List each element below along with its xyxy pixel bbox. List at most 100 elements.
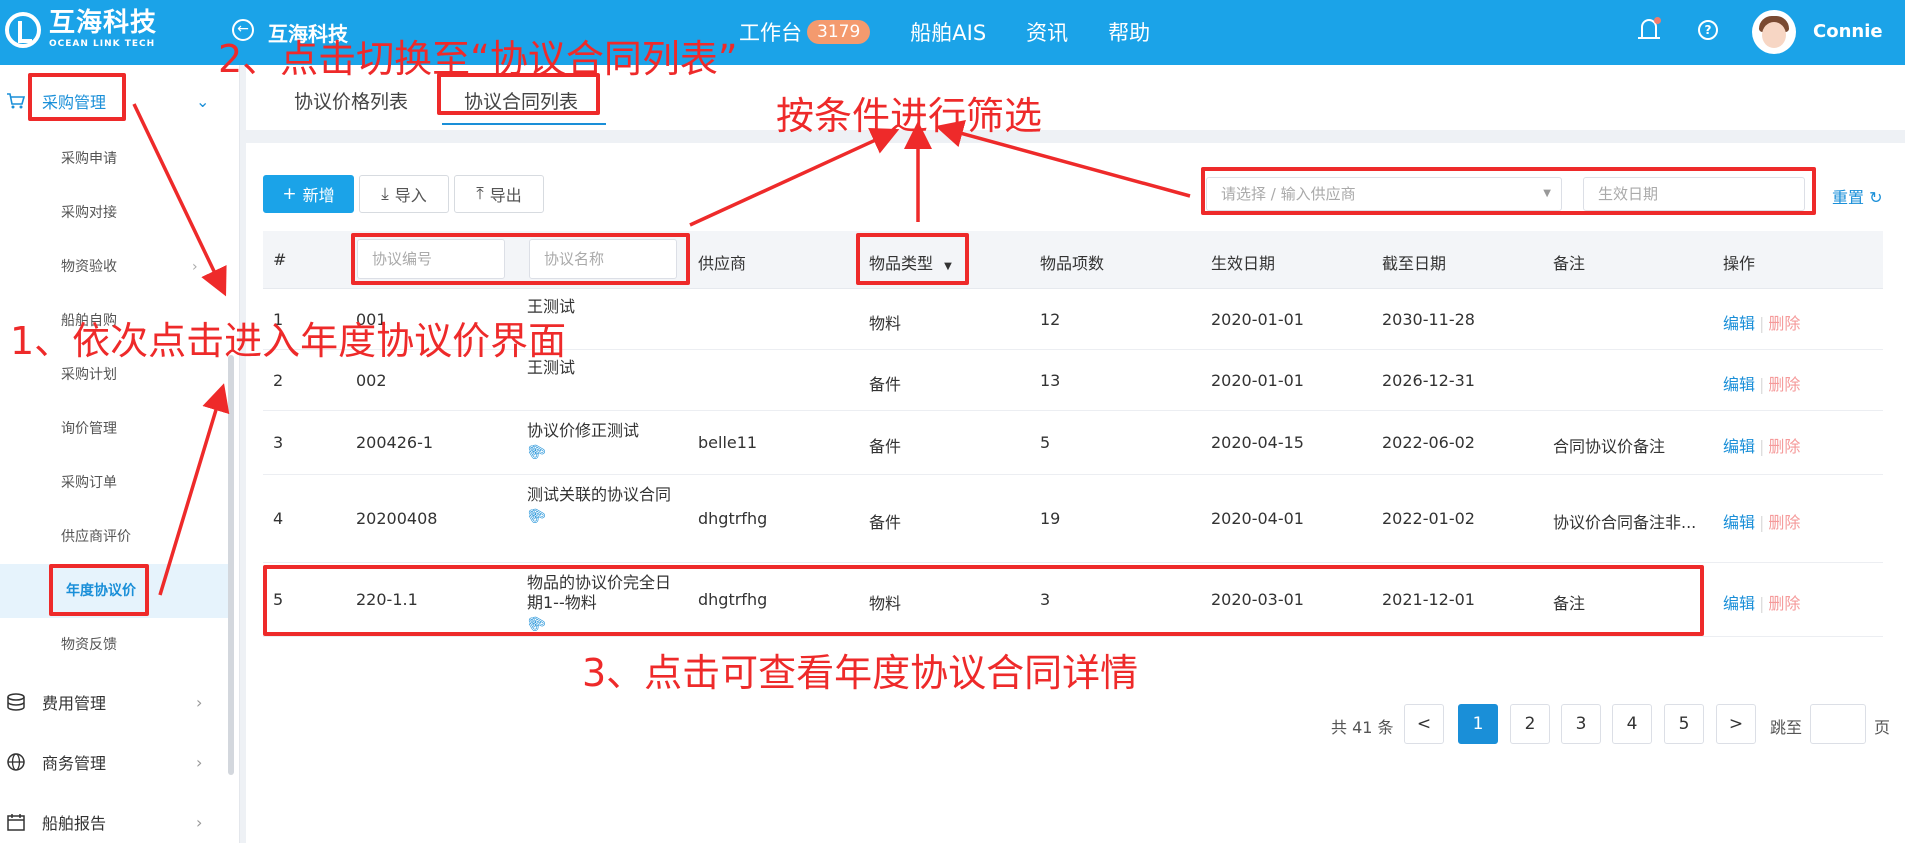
page-5-button[interactable]: 5 xyxy=(1664,704,1704,744)
action-divider: | xyxy=(1759,374,1765,394)
menu-business[interactable]: 商务管理 › xyxy=(0,742,230,782)
delete-link[interactable]: 删除 xyxy=(1768,375,1800,394)
row-agreement-code: 002 xyxy=(356,370,387,390)
row-remark: 合同协议价备注 xyxy=(1553,437,1666,456)
row-actions: 编辑 | 删除 xyxy=(1723,310,1800,334)
sidebar-item-purchase-request[interactable]: 采购申请 xyxy=(0,132,228,186)
table-row[interactable]: 4 20200408 测试关联的协议合同 🖇 dhgtrfhg 备件 19 2020-04-0… xyxy=(263,475,1883,563)
annotation-box-top-filters xyxy=(1201,167,1816,215)
row-agreement-name[interactable]: 协议价修正测试 🖇 xyxy=(523,421,675,464)
row-item-type: 物料 xyxy=(869,313,902,333)
annotation-box-row-5 xyxy=(263,565,1704,636)
page-1-button[interactable]: 1 xyxy=(1458,704,1498,744)
reset-button[interactable]: 重置 ↻ xyxy=(1832,184,1883,208)
delete-link[interactable]: 删除 xyxy=(1768,314,1800,333)
logo-sub-text: OCEAN LINK TECH xyxy=(49,39,156,49)
action-divider: | xyxy=(1759,513,1765,532)
next-page-button[interactable]: > xyxy=(1716,704,1756,744)
page-2-button[interactable]: 2 xyxy=(1510,704,1550,744)
logo-main-text: 互海科技 xyxy=(49,8,158,38)
logo[interactable]: 互海科技 OCEAN LINK TECH xyxy=(5,10,157,49)
sidebar: 采购管理 ⌄ 采购申请 采购对接 物资验收 › 船舶自购 采购计划 询价管理 采购… xyxy=(0,65,240,843)
add-button-label: 新增 xyxy=(302,186,335,205)
help-icon[interactable]: ? xyxy=(1698,20,1718,40)
row-item-type: 备件 xyxy=(869,437,902,456)
edit-link[interactable]: 编辑 xyxy=(1723,314,1755,333)
table-row[interactable]: 3 200426-1 协议价修正测试 🖇 belle11 备件 5 2020-04-15 202… xyxy=(263,411,1883,475)
page-4-button[interactable]: 4 xyxy=(1612,704,1652,744)
action-divider: | xyxy=(1759,437,1765,456)
menu-business-label: 商务管理 xyxy=(42,754,107,773)
row-item-count: 13 xyxy=(1040,370,1061,390)
sidebar-item-supplier-eval[interactable]: 供应商评价 xyxy=(0,510,228,564)
active-tab-indicator xyxy=(442,123,606,125)
row-supplier: belle11 xyxy=(698,433,758,452)
page-3-button[interactable]: 3 xyxy=(1561,704,1601,744)
paperclip-icon[interactable]: 🖇 xyxy=(522,438,549,465)
chevron-right-icon: › xyxy=(196,752,203,772)
row-item-count: 5 xyxy=(1040,433,1051,452)
row-index: 4 xyxy=(273,509,284,528)
annotation-box-column-filters xyxy=(351,233,690,285)
sidebar-scrollbar[interactable] xyxy=(228,355,234,775)
download-icon: ⤓ xyxy=(381,184,389,204)
sidebar-item-purchase-order[interactable]: 采购订单 xyxy=(0,456,228,510)
row-agreement-code: 200426-1 xyxy=(356,433,434,452)
row-actions: 编辑 | 删除 xyxy=(1723,371,1800,395)
upload-icon: ⤒ xyxy=(476,184,484,204)
chevron-right-icon: › xyxy=(196,812,203,832)
prev-page-button[interactable]: < xyxy=(1404,704,1444,744)
avatar[interactable] xyxy=(1752,10,1796,54)
row-actions: 编辑 | 删除 xyxy=(1723,590,1800,614)
import-button[interactable]: ⤓ 导入 xyxy=(359,175,449,213)
nav-news[interactable]: 资讯 xyxy=(1026,17,1068,47)
reset-label: 重置 xyxy=(1832,188,1865,207)
row-end-date: 2030-11-28 xyxy=(1382,309,1475,329)
row-agreement-name[interactable]: 测试关联的协议合同 🖇 xyxy=(523,485,675,528)
row-effective-date: 2020-01-01 xyxy=(1211,370,1304,390)
sidebar-item-inquiry[interactable]: 询价管理 xyxy=(0,402,228,456)
row-end-date: 2026-12-31 xyxy=(1382,370,1475,390)
row-remark: 协议价合同备注非... xyxy=(1553,513,1697,532)
user-name[interactable]: Connie xyxy=(1813,21,1883,42)
row-item-type: 备件 xyxy=(869,374,902,394)
row-effective-date: 2020-04-15 xyxy=(1211,433,1304,452)
sidebar-item-material-feedback[interactable]: 物资反馈 xyxy=(0,618,228,672)
delete-link[interactable]: 删除 xyxy=(1768,437,1800,456)
nav-help[interactable]: 帮助 xyxy=(1108,17,1150,47)
globe-icon xyxy=(7,753,25,771)
export-button[interactable]: ⤒ 导出 xyxy=(454,175,544,213)
edit-link[interactable]: 编辑 xyxy=(1723,513,1755,532)
action-divider: | xyxy=(1759,313,1765,333)
row-actions: 编辑 | 删除 xyxy=(1723,509,1800,533)
col-actions: 操作 xyxy=(1723,254,1756,273)
chevron-right-icon: › xyxy=(196,692,203,712)
chevron-down-icon: ⌄ xyxy=(196,91,210,111)
edit-link[interactable]: 编辑 xyxy=(1723,437,1755,456)
jump-page-input[interactable] xyxy=(1810,704,1866,744)
plus-icon: + xyxy=(282,184,297,204)
import-button-label: 导入 xyxy=(394,186,427,205)
paperclip-icon[interactable]: 🖇 xyxy=(522,502,549,529)
logo-icon xyxy=(5,11,41,48)
annotation-filter: 按条件进行筛选 xyxy=(776,94,1043,138)
tab-price-list[interactable]: 协议价格列表 xyxy=(294,87,408,114)
row-index: 2 xyxy=(273,370,284,390)
edit-link[interactable]: 编辑 xyxy=(1723,375,1755,394)
edit-link[interactable]: 编辑 xyxy=(1723,594,1755,613)
add-button[interactable]: + 新增 xyxy=(263,175,354,213)
row-index: 3 xyxy=(273,433,284,452)
sidebar-item-purchase-docking[interactable]: 采购对接 xyxy=(0,186,228,240)
bell-icon[interactable] xyxy=(1638,17,1661,43)
nav-workbench[interactable]: 工作台 3179 xyxy=(739,17,871,47)
delete-link[interactable]: 删除 xyxy=(1768,594,1800,613)
delete-link[interactable]: 删除 xyxy=(1768,513,1800,532)
row-agreement-code: 20200408 xyxy=(356,509,438,528)
annotation-box-annual-agreement xyxy=(49,564,149,616)
sidebar-item-acceptance[interactable]: 物资验收 › xyxy=(0,240,228,294)
menu-ship-report[interactable]: 船舶报告 › xyxy=(0,802,230,842)
menu-expenses-label: 费用管理 xyxy=(42,694,107,713)
nav-ship-ais[interactable]: 船舶AIS xyxy=(910,17,986,47)
menu-expenses[interactable]: 费用管理 › xyxy=(0,682,230,722)
row-agreement-name-text: 协议价修正测试 xyxy=(527,421,640,440)
